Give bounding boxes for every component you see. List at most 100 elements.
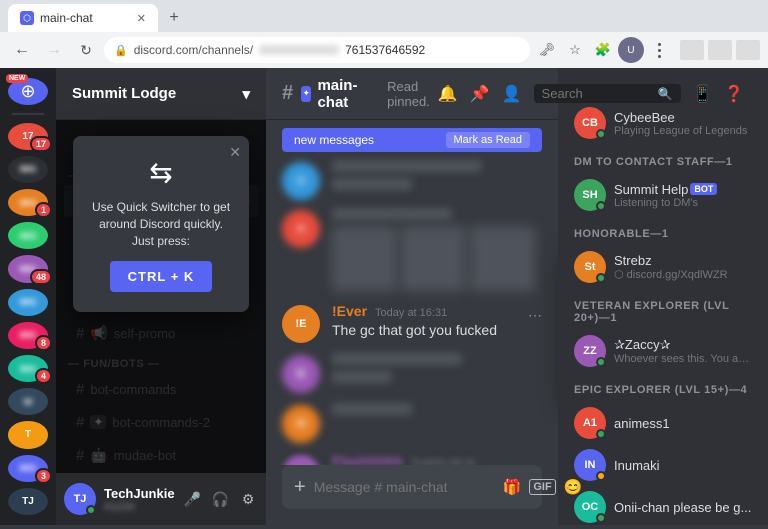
more-options-icon[interactable]: ⋯	[528, 303, 542, 324]
status-dot	[596, 273, 606, 283]
server-icon-1[interactable]: 1717	[8, 123, 48, 150]
server-icon-tj[interactable]: TJ	[8, 488, 48, 515]
user-display-name: TechJunkie	[104, 486, 175, 501]
chevron-down-icon: ▾	[242, 85, 250, 103]
menu-icon[interactable]	[646, 37, 672, 63]
back-button[interactable]: ←	[8, 36, 36, 64]
message-row-blurred-2: B	[266, 349, 558, 397]
server-icon-9[interactable]: W	[8, 388, 48, 415]
member-category-honorable: HONORABLE—1	[566, 224, 760, 244]
server-icon-2[interactable]: IMG	[8, 156, 48, 183]
status-dot	[596, 129, 606, 139]
search-input[interactable]	[542, 86, 652, 101]
mark-as-read-button[interactable]: Mark as Read	[446, 132, 530, 148]
server-icon-4[interactable]: IMG	[8, 222, 48, 249]
member-avatar: CB	[574, 107, 606, 139]
user-info: TechJunkie #1234	[104, 486, 175, 513]
badge-8: 4	[35, 368, 52, 384]
lock-icon: 🔒	[114, 44, 128, 57]
server-icon-11[interactable]: IMG 3	[8, 455, 48, 482]
main-content: # ✦ main-chat Read pinned. 🔔 📌 👤 🔍 📱 ❓	[266, 68, 558, 525]
search-icon: 🔍	[658, 87, 673, 101]
search-bar[interactable]: 🔍	[534, 84, 681, 103]
member-item-strebz[interactable]: St Strebz ⬡ discord.gg/XqdlWZR	[566, 246, 760, 288]
message-row-ever: !E !Ever Today at 16:31 The gc that got …	[266, 299, 558, 347]
member-item-zaccy[interactable]: ZZ ✰Zaccy✰ Whoever sees this. You a -St.…	[566, 330, 760, 372]
extensions-icon[interactable]: 🧩	[590, 37, 616, 63]
close-button[interactable]: ✕	[736, 40, 760, 60]
mic-icon[interactable]: 🎤	[183, 485, 203, 513]
channel-mod-icon: ✦	[301, 86, 311, 102]
member-item-summit-help[interactable]: SH Summit Help BOT Listening to DM's	[566, 174, 760, 216]
address-bar[interactable]: 🔒 discord.com/channels/ 761537646592	[104, 37, 530, 63]
server-icon-5[interactable]: IMG 48	[8, 255, 48, 282]
unread-notification-bar: new messages Mark as Read	[282, 128, 542, 152]
member-sub: ⬡ discord.gg/XqdlWZR	[614, 268, 752, 281]
avatar: B	[282, 355, 320, 393]
server-icon-7[interactable]: IMG 8	[8, 322, 48, 349]
profile-avatar[interactable]: U	[618, 37, 644, 63]
browser-tab-active[interactable]: ⬡ main-chat ✕	[8, 4, 158, 32]
message-row-ever-2: !E	[266, 399, 558, 447]
server-icon-3[interactable]: IMG 1	[8, 189, 48, 216]
server-icon-6[interactable]: IMG	[8, 289, 48, 316]
message-timestamp: Today at 16:31	[375, 307, 447, 319]
channel-name-display: ✦ main-chat	[301, 77, 363, 111]
qs-close-icon[interactable]: ✕	[229, 144, 241, 161]
user-discriminator: #1234	[104, 501, 175, 513]
member-name: Onii-chan please be g...	[614, 500, 752, 515]
message-input-area: + 🎁 GIF 😊	[266, 465, 558, 525]
home-button[interactable]: NEW ⊕	[8, 78, 48, 105]
reload-button[interactable]: ↻	[72, 36, 100, 64]
gift-icon[interactable]: 🎁	[503, 478, 522, 496]
member-item-animess1[interactable]: A1 animess1	[566, 402, 760, 444]
pin-icon[interactable]: 📌	[470, 84, 490, 104]
message-content	[332, 208, 542, 291]
server-name-bar[interactable]: Summit Lodge ▾	[56, 68, 266, 120]
help-icon[interactable]: ❓	[724, 84, 744, 104]
input-actions: 🎁 GIF 😊	[503, 478, 583, 496]
member-avatar: SH	[574, 179, 606, 211]
members-sidebar: ADMIN—1 CB CybeeBee Playing League of Le…	[558, 68, 768, 525]
user-panel: TJ TechJunkie #1234 🎤 🎧 ⚙	[56, 473, 266, 525]
member-section-veteran: VETERAN EXPLORER (LVL 20+)—1 ZZ ✰Zaccy✰ …	[566, 296, 760, 372]
server-icon-8[interactable]: IMG 4	[8, 355, 48, 382]
forward-button[interactable]: →	[40, 36, 68, 64]
member-section-epic: EPIC EXPLORER (LVL 15+)—4 A1 animess1 IN…	[566, 380, 760, 525]
server-icon-10[interactable]: T	[8, 421, 48, 448]
member-name-row: Summit Help BOT	[614, 182, 752, 197]
tab-favicon: ⬡	[20, 11, 34, 25]
qs-shortcut-button[interactable]: CTRL + K	[110, 261, 213, 292]
minimize-button[interactable]: —	[680, 40, 704, 60]
restore-button[interactable]: □	[708, 40, 732, 60]
notification-icon[interactable]: 🔔	[438, 84, 458, 104]
address-highlight: 761537646592	[345, 43, 425, 57]
tab-close-icon[interactable]: ✕	[137, 12, 146, 25]
member-name: animess1	[614, 416, 752, 431]
members-icon[interactable]: 👤	[502, 84, 522, 104]
quick-switcher-box: ✕ ⇆ Use Quick Switcher to get around Dis…	[73, 136, 249, 312]
bookmark-icon[interactable]: ☆	[562, 37, 588, 63]
member-item-onii-chan[interactable]: OC Onii-chan please be g...	[566, 486, 760, 525]
tab-title: main-chat	[40, 11, 93, 25]
badge-5: 48	[30, 269, 52, 285]
flash-author: Flashhhhh	[332, 453, 403, 465]
settings-icon[interactable]: ⚙	[238, 485, 258, 513]
message-content	[332, 403, 542, 443]
new-tab-button[interactable]: +	[162, 6, 186, 30]
member-avatar: A1	[574, 407, 606, 439]
member-item-inumaki[interactable]: IN Inumaki	[566, 444, 760, 486]
headset-icon[interactable]: 🎧	[210, 485, 230, 513]
browser-toolbar: ← → ↻ 🔒 discord.com/channels/ 7615376465…	[0, 32, 768, 68]
user-status-indicator	[86, 505, 96, 515]
inbox-icon[interactable]: 📱	[693, 84, 713, 104]
message-input-field[interactable]	[314, 469, 495, 505]
member-info: Strebz ⬡ discord.gg/XqdlWZR	[614, 253, 752, 281]
gif-button[interactable]: GIF	[529, 479, 555, 495]
message-row-2: A	[266, 204, 558, 295]
plus-icon[interactable]: +	[294, 476, 306, 499]
member-item-cybeebee[interactable]: CB CybeeBee Playing League of Legends	[566, 102, 760, 144]
window-controls: — □ ✕	[680, 40, 760, 60]
channel-sidebar: Summit Lodge ▾ ✕ ⇆ Use Quick Switcher to…	[56, 68, 266, 525]
key-icon[interactable]: 🗝	[534, 37, 560, 63]
